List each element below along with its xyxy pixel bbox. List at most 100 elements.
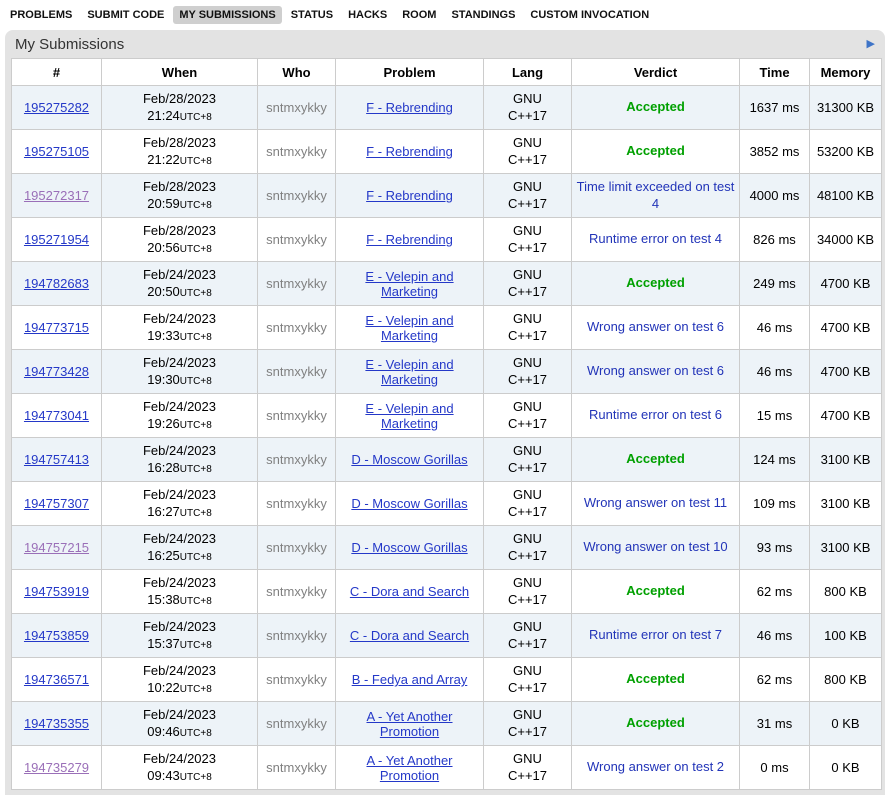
verdict-text: Wrong answer on test 6 <box>587 363 724 378</box>
submission-time: 46 ms <box>740 306 810 350</box>
submission-timezone: UTC+8 <box>180 332 212 343</box>
submission-memory: 53200 KB <box>810 130 882 174</box>
submission-time: 1637 ms <box>740 86 810 130</box>
verdict-text: Accepted <box>626 99 685 114</box>
problem-link[interactable]: D - Moscow Gorillas <box>351 540 467 555</box>
table-row: 194735279 Feb/24/202309:43UTC+8 sntmxykk… <box>12 746 882 790</box>
nav-item-custom-invocation[interactable]: CUSTOM INVOCATION <box>524 6 655 24</box>
submission-clock: 19:30 <box>147 372 180 387</box>
submission-id-link[interactable]: 194757307 <box>24 496 89 511</box>
submission-id-link[interactable]: 194773428 <box>24 364 89 379</box>
submission-when: Feb/24/202319:30UTC+8 <box>102 350 258 394</box>
submission-author-link[interactable]: sntmxykky <box>266 320 327 335</box>
verdict-text: Runtime error on test 4 <box>589 231 722 246</box>
problem-link[interactable]: D - Moscow Gorillas <box>351 452 467 467</box>
submission-id-link[interactable]: 195271954 <box>24 232 89 247</box>
problem-link[interactable]: F - Rebrending <box>366 100 453 115</box>
expand-arrow-icon[interactable]: ▶ <box>867 39 875 50</box>
submission-author-link[interactable]: sntmxykky <box>266 364 327 379</box>
problem-link[interactable]: F - Rebrending <box>366 144 453 159</box>
problem-link[interactable]: D - Moscow Gorillas <box>351 496 467 511</box>
submission-id-link[interactable]: 194773715 <box>24 320 89 335</box>
submission-when: Feb/28/202320:56UTC+8 <box>102 218 258 262</box>
problem-link[interactable]: F - Rebrending <box>366 232 453 247</box>
submission-author-link[interactable]: sntmxykky <box>266 276 327 291</box>
submission-date: Feb/24/2023 <box>106 487 253 503</box>
table-row: 194782683 Feb/24/202320:50UTC+8 sntmxykk… <box>12 262 882 306</box>
submission-author-link[interactable]: sntmxykky <box>266 628 327 643</box>
problem-link[interactable]: A - Yet Another Promotion <box>366 753 452 783</box>
submission-id-link[interactable]: 194757215 <box>24 540 89 555</box>
submission-timezone: UTC+8 <box>180 420 212 431</box>
submissions-panel: My Submissions ▶ #WhenWhoProblemLangVerd… <box>5 30 885 795</box>
problem-link[interactable]: A - Yet Another Promotion <box>366 709 452 739</box>
submission-author-link[interactable]: sntmxykky <box>266 760 327 775</box>
submission-clock: 16:25 <box>147 548 180 563</box>
submission-memory: 3100 KB <box>810 482 882 526</box>
nav-item-submit-code[interactable]: SUBMIT CODE <box>81 6 170 24</box>
submission-author-link[interactable]: sntmxykky <box>266 584 327 599</box>
verdict-text: Wrong answer on test 2 <box>587 759 724 774</box>
problem-link[interactable]: C - Dora and Search <box>350 584 469 599</box>
problem-link[interactable]: C - Dora and Search <box>350 628 469 643</box>
nav-item-status[interactable]: STATUS <box>285 6 339 24</box>
submission-author-link[interactable]: sntmxykky <box>266 188 327 203</box>
submission-author-link[interactable]: sntmxykky <box>266 408 327 423</box>
submission-timezone: UTC+8 <box>180 728 212 739</box>
submission-author-link[interactable]: sntmxykky <box>266 100 327 115</box>
submission-author-link[interactable]: sntmxykky <box>266 232 327 247</box>
submission-lang: GNU C++17 <box>484 702 572 746</box>
submission-memory: 31300 KB <box>810 86 882 130</box>
submission-when: Feb/28/202321:22UTC+8 <box>102 130 258 174</box>
submission-author-link[interactable]: sntmxykky <box>266 672 327 687</box>
nav-item-problems[interactable]: PROBLEMS <box>4 6 78 24</box>
nav-item-room[interactable]: ROOM <box>396 6 442 24</box>
submission-memory: 3100 KB <box>810 438 882 482</box>
submission-id-link[interactable]: 194736571 <box>24 672 89 687</box>
submission-author-link[interactable]: sntmxykky <box>266 496 327 511</box>
submission-lang: GNU C++17 <box>484 218 572 262</box>
submission-lang: GNU C++17 <box>484 526 572 570</box>
submission-author-link[interactable]: sntmxykky <box>266 540 327 555</box>
submission-timezone: UTC+8 <box>180 772 212 783</box>
table-row: 194773715 Feb/24/202319:33UTC+8 sntmxykk… <box>12 306 882 350</box>
submission-id-link[interactable]: 194735279 <box>24 760 89 775</box>
submission-id-link[interactable]: 195272317 <box>24 188 89 203</box>
submission-lang: GNU C++17 <box>484 438 572 482</box>
problem-link[interactable]: E - Velepin and Marketing <box>365 401 453 431</box>
nav-item-my-submissions[interactable]: MY SUBMISSIONS <box>173 6 281 24</box>
submission-id-link[interactable]: 195275282 <box>24 100 89 115</box>
submission-when: Feb/24/202320:50UTC+8 <box>102 262 258 306</box>
submission-id-link[interactable]: 194782683 <box>24 276 89 291</box>
problem-link[interactable]: E - Velepin and Marketing <box>365 269 453 299</box>
submission-id-link[interactable]: 194753859 <box>24 628 89 643</box>
table-header-row: #WhenWhoProblemLangVerdictTimeMemory <box>12 59 882 86</box>
submission-author-link[interactable]: sntmxykky <box>266 452 327 467</box>
submission-id-link[interactable]: 194735355 <box>24 716 89 731</box>
submission-author-link[interactable]: sntmxykky <box>266 144 327 159</box>
submission-author-link[interactable]: sntmxykky <box>266 716 327 731</box>
submission-when: Feb/24/202315:37UTC+8 <box>102 614 258 658</box>
submission-lang: GNU C++17 <box>484 746 572 790</box>
problem-link[interactable]: F - Rebrending <box>366 188 453 203</box>
submission-time: 0 ms <box>740 746 810 790</box>
submission-date: Feb/24/2023 <box>106 399 253 415</box>
submission-memory: 3100 KB <box>810 526 882 570</box>
problem-link[interactable]: E - Velepin and Marketing <box>365 357 453 387</box>
submission-memory: 800 KB <box>810 570 882 614</box>
submission-clock: 16:27 <box>147 504 180 519</box>
nav-item-hacks[interactable]: HACKS <box>342 6 393 24</box>
submission-id-link[interactable]: 195275105 <box>24 144 89 159</box>
nav-item-standings[interactable]: STANDINGS <box>445 6 521 24</box>
submission-id-link[interactable]: 194753919 <box>24 584 89 599</box>
submission-id-link[interactable]: 194773041 <box>24 408 89 423</box>
submission-clock: 21:22 <box>147 152 180 167</box>
problem-link[interactable]: B - Fedya and Array <box>352 672 468 687</box>
submission-clock: 09:46 <box>147 724 180 739</box>
submission-date: Feb/24/2023 <box>106 707 253 723</box>
verdict-text: Runtime error on test 6 <box>589 407 722 422</box>
submission-timezone: UTC+8 <box>180 244 212 255</box>
problem-link[interactable]: E - Velepin and Marketing <box>365 313 453 343</box>
submission-id-link[interactable]: 194757413 <box>24 452 89 467</box>
submission-memory: 100 KB <box>810 614 882 658</box>
